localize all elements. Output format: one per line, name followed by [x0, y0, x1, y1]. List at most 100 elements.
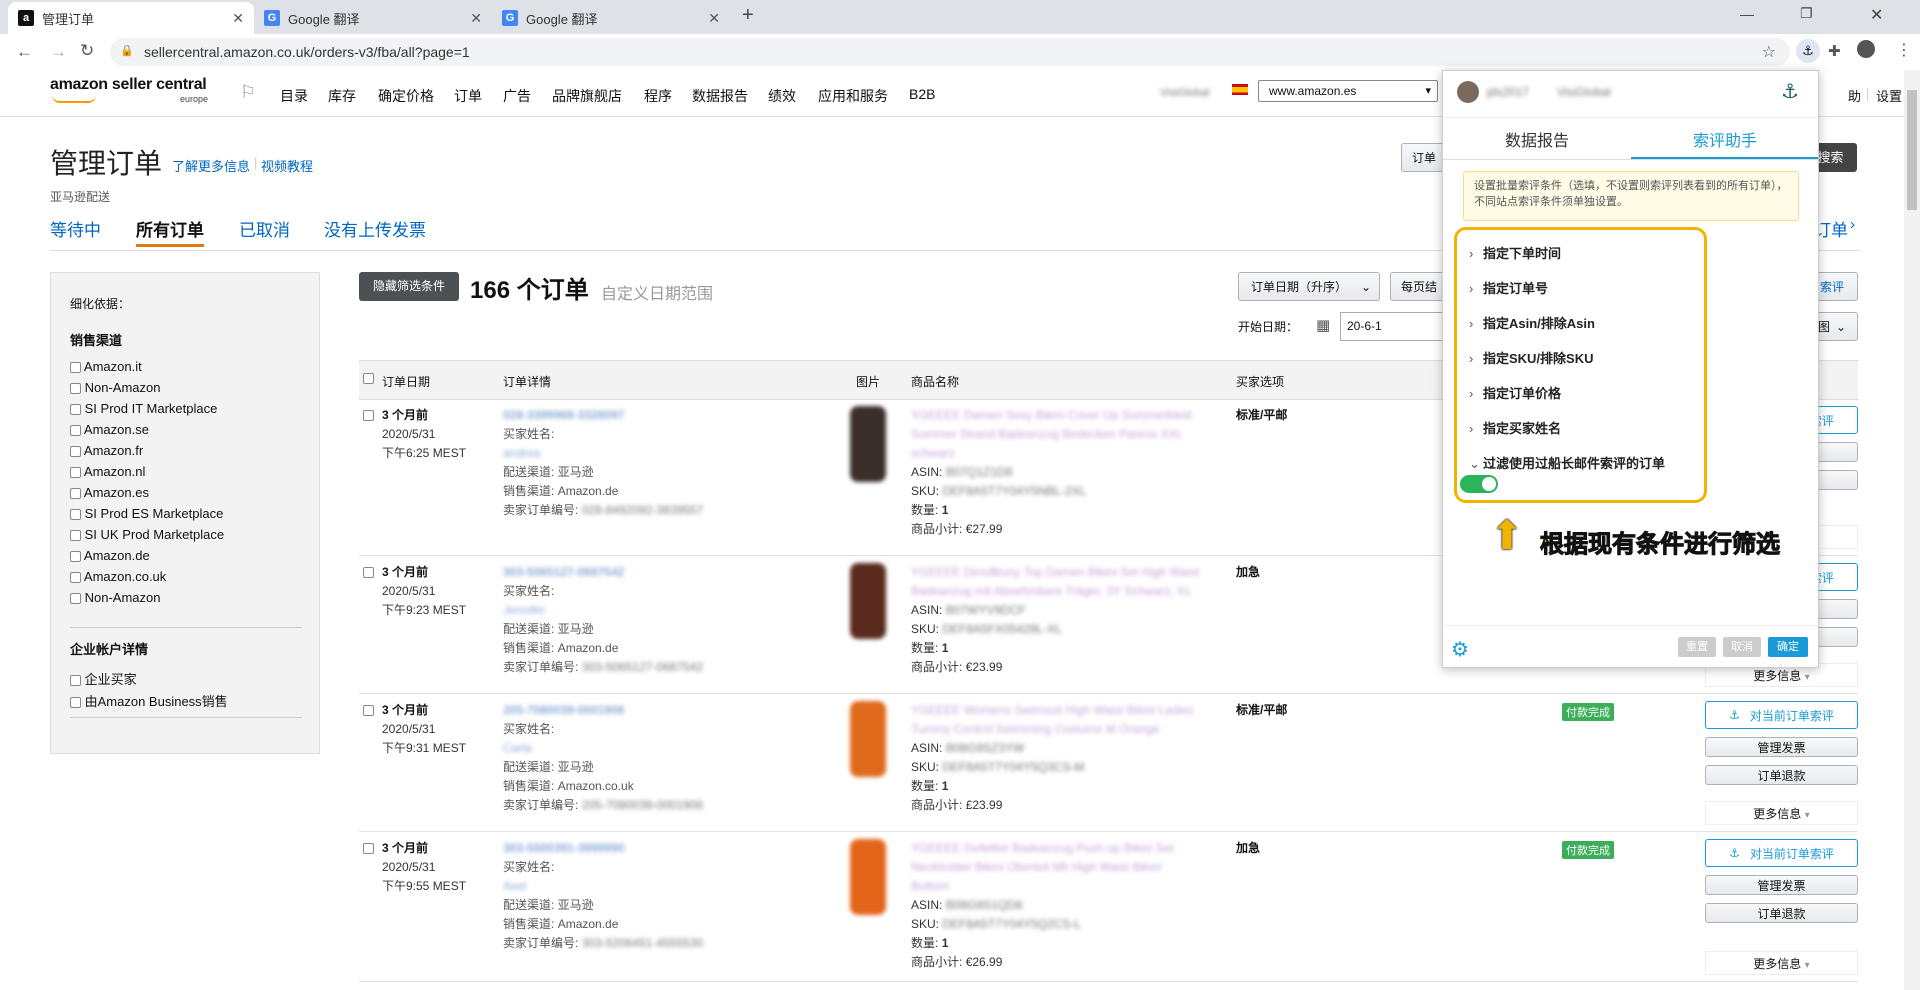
- row-checkbox[interactable]: [363, 567, 374, 578]
- filter-amazon-business[interactable]: 由Amazon Business销售: [70, 691, 228, 710]
- checkbox[interactable]: [70, 362, 81, 374]
- nav-b2b[interactable]: B2B: [909, 86, 935, 102]
- filter-business-buyer[interactable]: 企业买家: [70, 669, 137, 688]
- marketplace-select[interactable]: www.amazon.es ▾: [1258, 80, 1438, 102]
- review-order-button[interactable]: ⚓ 对当前订单索评: [1705, 839, 1858, 867]
- cancel-button[interactable]: 取消: [1723, 637, 1761, 657]
- product-title-line[interactable]: Sommer Strand Badeanzug Bedecken Pareos …: [911, 425, 1183, 444]
- back-icon[interactable]: ←: [16, 42, 33, 62]
- captain-logo-icon[interactable]: ⚓: [1781, 79, 1799, 104]
- address-bar[interactable]: 🔒 sellercentral.amazon.co.uk/orders-v3/f…: [110, 38, 1790, 66]
- product-title-line[interactable]: schwarz: [911, 444, 955, 463]
- tab-all-orders[interactable]: 所有订单: [136, 216, 204, 241]
- flag-icon[interactable]: ⚐: [240, 82, 256, 103]
- close-tab-icon[interactable]: ✕: [708, 10, 720, 27]
- more-info-button[interactable]: 更多信息 ▾: [1705, 951, 1858, 975]
- filter-option[interactable]: › 指定Asin/排除Asin: [1469, 313, 1595, 332]
- checkbox[interactable]: [70, 467, 81, 479]
- nav-inventory[interactable]: 库存: [328, 86, 356, 106]
- help-link[interactable]: 助: [1848, 86, 1861, 105]
- order-search-type-select[interactable]: 订单: [1401, 143, 1447, 172]
- tab-no-invoice[interactable]: 没有上传发票: [324, 216, 426, 241]
- checkbox[interactable]: [70, 383, 81, 395]
- filter-channel[interactable]: Non-Amazon: [70, 590, 161, 605]
- filter-channel[interactable]: SI UK Prod Marketplace: [70, 527, 224, 542]
- order-id-link[interactable]: 303-5065127-0687542: [503, 563, 624, 582]
- buyer-name-link[interactable]: andrea: [503, 444, 540, 463]
- new-tab-button[interactable]: +: [742, 4, 754, 27]
- tab-google-translate-2[interactable]: G Google 翻译 ✕: [492, 2, 730, 34]
- filter-channel[interactable]: Amazon.de: [70, 548, 150, 563]
- video-tutorial-link[interactable]: 视频教程: [261, 156, 313, 175]
- product-image[interactable]: [850, 563, 886, 639]
- scrollbar-thumb[interactable]: [1907, 90, 1917, 210]
- product-title-line[interactable]: Badeanzug mit Abnehmbare Träger, 3Y Schw…: [911, 582, 1192, 601]
- reset-button[interactable]: 重置: [1678, 637, 1716, 657]
- bookmark-star-icon[interactable]: ☆: [1762, 42, 1776, 62]
- nav-orders[interactable]: 订单: [454, 86, 482, 106]
- filter-channel[interactable]: Amazon.co.uk: [70, 569, 166, 584]
- nav-advertising[interactable]: 广告: [503, 86, 531, 106]
- close-window-icon[interactable]: ✕: [1870, 5, 1883, 25]
- extensions-puzzle-icon[interactable]: ✚: [1828, 42, 1841, 60]
- checkbox[interactable]: [70, 572, 81, 584]
- product-title-line[interactable]: YGEEEE Gefellter Badeanzug Push up Bikin…: [911, 839, 1174, 858]
- minimize-window-icon[interactable]: —: [1740, 6, 1754, 22]
- checkbox[interactable]: [70, 593, 81, 605]
- checkbox[interactable]: [70, 675, 81, 687]
- orders-right-link[interactable]: 订单: [1814, 216, 1848, 241]
- tab-data-report[interactable]: 数据报告: [1505, 127, 1569, 151]
- buyer-name-link[interactable]: Jennifer: [503, 601, 546, 620]
- product-title-line[interactable]: Neckholder Bikini Oberteil Mit High Wais…: [911, 858, 1161, 877]
- checkbox[interactable]: [70, 488, 81, 500]
- filter-toggle[interactable]: [1460, 475, 1498, 493]
- row-checkbox[interactable]: [363, 410, 374, 421]
- nav-stores[interactable]: 品牌旗舰店: [552, 86, 622, 106]
- order-id-link[interactable]: 205-7080039-0001906: [503, 701, 624, 720]
- filter-option[interactable]: › 指定买家姓名: [1469, 418, 1561, 437]
- nav-performance[interactable]: 绩效: [768, 86, 796, 106]
- checkbox[interactable]: [70, 425, 81, 437]
- tab-review-assistant[interactable]: 索评助手: [1693, 127, 1757, 151]
- review-order-button[interactable]: ⚓ 对当前订单索评: [1705, 701, 1858, 729]
- settings-gear-icon[interactable]: ⚙: [1451, 637, 1469, 662]
- checkbox[interactable]: [70, 530, 81, 542]
- sort-select[interactable]: 订单日期（升序） ⌄: [1238, 272, 1380, 301]
- product-title-line[interactable]: YGEEEE Womens Swimsuit High Waist Bikini…: [911, 701, 1194, 720]
- close-tab-icon[interactable]: ✕: [232, 10, 244, 27]
- filter-channel[interactable]: Amazon.it: [70, 359, 142, 374]
- tab-manage-orders[interactable]: a 管理订单 ✕: [8, 2, 254, 34]
- filter-channel[interactable]: Amazon.fr: [70, 443, 143, 458]
- manage-invoice-button[interactable]: 管理发票: [1705, 737, 1858, 757]
- product-title-line[interactable]: Tummy Control Swimming Costume M Orange: [911, 720, 1159, 739]
- product-title-line[interactable]: YGEEEE Dirndlbusy Top Damen Bikini Set H…: [911, 563, 1199, 582]
- product-image[interactable]: [850, 406, 886, 482]
- order-id-link[interactable]: 028-3399968-3328097: [503, 406, 624, 425]
- start-date-input[interactable]: 20-6-1: [1340, 312, 1444, 341]
- menu-kebab-icon[interactable]: ⋮: [1896, 40, 1912, 60]
- buyer-name-link[interactable]: Axel: [503, 877, 526, 896]
- nav-catalog[interactable]: 目录: [280, 86, 308, 106]
- reload-icon[interactable]: ↻: [80, 41, 94, 61]
- nav-programs[interactable]: 程序: [644, 86, 672, 106]
- filter-channel[interactable]: SI Prod ES Marketplace: [70, 506, 223, 521]
- per-page-select[interactable]: 每页结: [1390, 272, 1450, 301]
- restore-window-icon[interactable]: ❐: [1800, 5, 1813, 22]
- checkbox[interactable]: [70, 551, 81, 563]
- select-all-checkbox[interactable]: [363, 373, 374, 384]
- checkbox[interactable]: [70, 404, 81, 416]
- nav-reports[interactable]: 数据报告: [692, 86, 748, 106]
- product-image[interactable]: [850, 839, 886, 915]
- extension-active-icon[interactable]: ⚓: [1796, 39, 1820, 63]
- filter-option[interactable]: › 指定下单时间: [1469, 243, 1561, 262]
- hide-filters-button[interactable]: 隐藏筛选条件: [359, 272, 459, 301]
- manage-invoice-button[interactable]: 管理发票: [1705, 875, 1858, 895]
- product-title-line[interactable]: Bottom: [911, 877, 949, 896]
- filter-channel[interactable]: Non-Amazon: [70, 380, 161, 395]
- profile-avatar-icon[interactable]: [1857, 40, 1875, 58]
- order-id-link[interactable]: 303-5500391-3999990: [503, 839, 624, 858]
- confirm-button[interactable]: 确定: [1768, 637, 1808, 657]
- row-checkbox[interactable]: [363, 705, 374, 716]
- buyer-name-link[interactable]: Carla: [503, 739, 532, 758]
- row-checkbox[interactable]: [363, 843, 374, 854]
